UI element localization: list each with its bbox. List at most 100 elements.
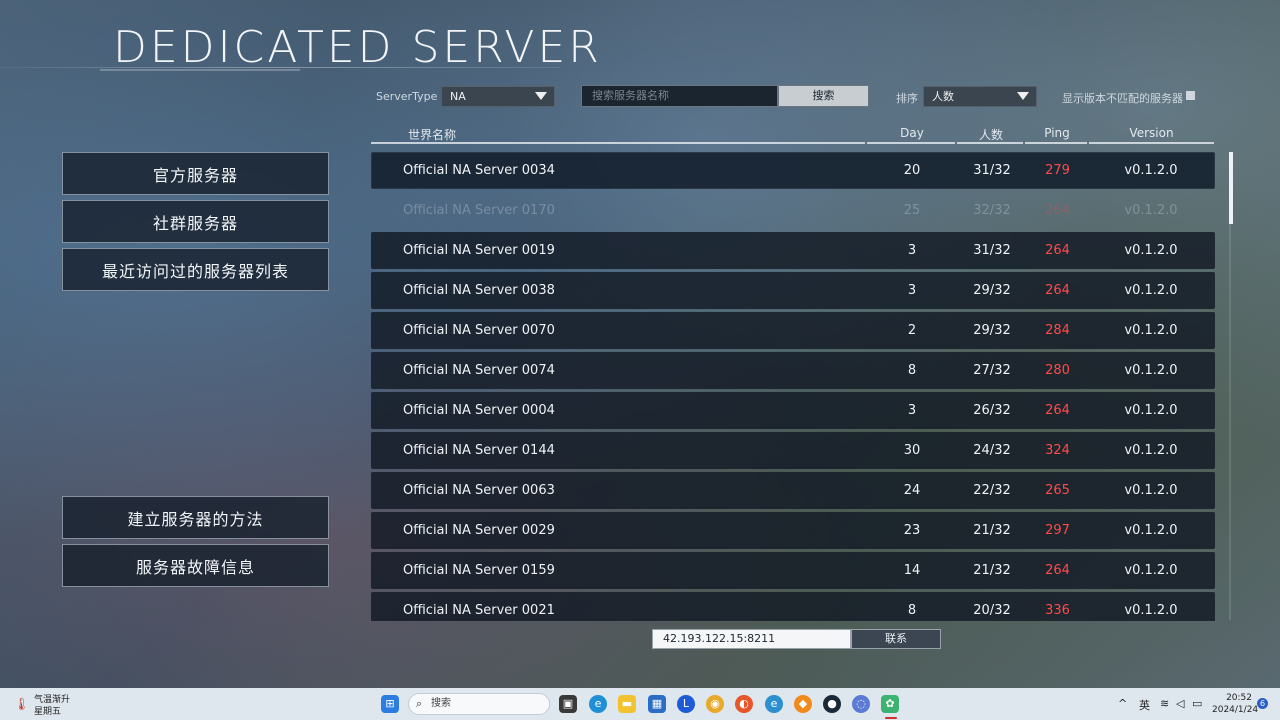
table-row[interactable]: Official NA Server 0019 3 31/32 264 v0.1…: [371, 232, 1215, 269]
server-version: v0.1.2.0: [1124, 323, 1178, 338]
chevron-up-icon[interactable]: ^: [1118, 697, 1127, 710]
task-view-icon[interactable]: ▣: [559, 695, 577, 713]
steam-icon[interactable]: ●: [823, 695, 841, 713]
server-ping: 284: [1045, 323, 1070, 338]
server-ping: 264: [1045, 203, 1070, 218]
notification-badge[interactable]: 6: [1257, 698, 1268, 709]
server-type-dropdown[interactable]: NA: [441, 86, 555, 107]
server-name: Official NA Server 0063: [403, 483, 555, 498]
table-row[interactable]: Official NA Server 0063 24 22/32 265 v0.…: [371, 472, 1215, 509]
server-ping: 297: [1045, 523, 1070, 538]
sort-dropdown[interactable]: 人数: [923, 86, 1037, 107]
browser-icon[interactable]: e: [765, 695, 783, 713]
chrome-icon[interactable]: ◉: [706, 695, 724, 713]
server-players: 31/32: [973, 243, 1011, 258]
server-players: 26/32: [973, 403, 1011, 418]
server-name: Official NA Server 0159: [403, 563, 555, 578]
server-ping: 265: [1045, 483, 1070, 498]
server-version: v0.1.2.0: [1124, 483, 1178, 498]
title-divider: [0, 67, 560, 68]
server-list[interactable]: Official NA Server 0034 20 31/32 279 v0.…: [371, 152, 1215, 621]
clock[interactable]: 20:52 2024/1/24: [1212, 692, 1259, 716]
ip-address-input[interactable]: 42.193.122.15:8211: [652, 629, 851, 649]
table-row[interactable]: Official NA Server 0004 3 26/32 264 v0.1…: [371, 392, 1215, 429]
table-row[interactable]: Official NA Server 0021 8 20/32 336 v0.1…: [371, 592, 1215, 621]
server-version: v0.1.2.0: [1124, 603, 1178, 618]
server-name: Official NA Server 0021: [403, 603, 555, 618]
search-button[interactable]: 搜索: [778, 85, 869, 107]
official-servers-button[interactable]: 官方服务器: [62, 152, 329, 195]
mismatch-checkbox[interactable]: [1186, 91, 1195, 100]
server-howto-button[interactable]: 建立服务器的方法: [62, 496, 329, 539]
edge-icon[interactable]: e: [589, 695, 607, 713]
server-ping: 336: [1045, 603, 1070, 618]
taskbar-search[interactable]: ⌕ 搜索: [408, 693, 550, 715]
server-day: 20: [903, 163, 921, 178]
l-app-icon[interactable]: L: [677, 695, 695, 713]
app-icon[interactable]: ◌: [852, 695, 870, 713]
server-day: 30: [903, 443, 921, 458]
server-name: Official NA Server 0029: [403, 523, 555, 538]
server-search-input[interactable]: 搜索服务器名称: [581, 85, 778, 107]
server-ping: 264: [1045, 283, 1070, 298]
server-version: v0.1.2.0: [1124, 163, 1178, 178]
game-icon[interactable]: ✿: [881, 695, 899, 713]
chevron-down-icon: [1017, 92, 1029, 100]
table-row[interactable]: Official NA Server 0038 3 29/32 264 v0.1…: [371, 272, 1215, 309]
header-divider: [867, 142, 955, 144]
ime-indicator[interactable]: 英: [1139, 697, 1150, 713]
weather-day: 星期五: [34, 707, 62, 717]
server-ping: 264: [1045, 403, 1070, 418]
store-icon[interactable]: ▦: [648, 695, 666, 713]
volume-icon[interactable]: ◁: [1176, 697, 1184, 710]
search-icon: ⌕: [416, 697, 423, 710]
mismatch-label: 显示版本不匹配的服务器: [1062, 92, 1183, 105]
taskbar-search-label: 搜索: [431, 698, 451, 709]
server-version: v0.1.2.0: [1124, 283, 1178, 298]
table-row[interactable]: Official NA Server 0159 14 21/32 264 v0.…: [371, 552, 1215, 589]
thermometer-icon: 🌡: [14, 697, 30, 711]
server-day: 25: [903, 203, 921, 218]
server-day: 24: [903, 483, 921, 498]
server-day: 8: [907, 363, 917, 378]
table-row[interactable]: Official NA Server 0034 20 31/32 279 v0.…: [371, 152, 1215, 189]
table-row[interactable]: Official NA Server 0029 23 21/32 297 v0.…: [371, 512, 1215, 549]
server-name: Official NA Server 0144: [403, 443, 555, 458]
server-troubleshoot-button[interactable]: 服务器故障信息: [62, 544, 329, 587]
scrollbar-thumb[interactable]: [1229, 152, 1233, 224]
community-servers-button[interactable]: 社群服务器: [62, 200, 329, 243]
title-accent: [100, 69, 300, 71]
server-version: v0.1.2.0: [1124, 203, 1178, 218]
sort-label: 排序: [896, 92, 918, 105]
orange-app-icon[interactable]: ◆: [794, 695, 812, 713]
server-version: v0.1.2.0: [1124, 363, 1178, 378]
server-day: 3: [907, 283, 917, 298]
firefox-icon[interactable]: ◐: [735, 695, 753, 713]
file-explorer-icon[interactable]: ▬: [618, 695, 636, 713]
server-players: 24/32: [973, 443, 1011, 458]
table-row[interactable]: Official NA Server 0074 8 27/32 280 v0.1…: [371, 352, 1215, 389]
wifi-icon[interactable]: ≋: [1160, 697, 1169, 710]
table-row[interactable]: Official NA Server 0170 25 32/32 264 v0.…: [371, 192, 1215, 229]
server-players: 32/32: [973, 203, 1011, 218]
server-name: Official NA Server 0170: [403, 203, 555, 218]
clock-date: 2024/1/24: [1212, 705, 1259, 715]
table-row[interactable]: Official NA Server 0144 30 24/32 324 v0.…: [371, 432, 1215, 469]
chevron-down-icon: [535, 92, 547, 100]
battery-icon[interactable]: ▭: [1192, 697, 1202, 710]
connect-button[interactable]: 联系: [851, 629, 941, 649]
server-players: 29/32: [973, 283, 1011, 298]
server-day: 2: [907, 323, 917, 338]
table-row[interactable]: Official NA Server 0070 2 29/32 284 v0.1…: [371, 312, 1215, 349]
header-divider: [957, 142, 1023, 144]
server-name: Official NA Server 0074: [403, 363, 555, 378]
server-players: 20/32: [973, 603, 1011, 618]
taskbar: 🌡 气温渐升 星期五 ⊞ ⌕ 搜索 ▣ e ▬ ▦ L ◉ ◐ e ◆ ● ◌ …: [0, 688, 1280, 720]
server-version: v0.1.2.0: [1124, 243, 1178, 258]
page-title: DEDICATED SERVER: [113, 22, 602, 73]
header-divider: [1089, 142, 1214, 144]
header-divider: [371, 142, 865, 144]
recent-servers-button[interactable]: 最近访问过的服务器列表: [62, 248, 329, 291]
windows-start-icon[interactable]: ⊞: [381, 695, 399, 713]
header-divider: [1025, 142, 1087, 144]
